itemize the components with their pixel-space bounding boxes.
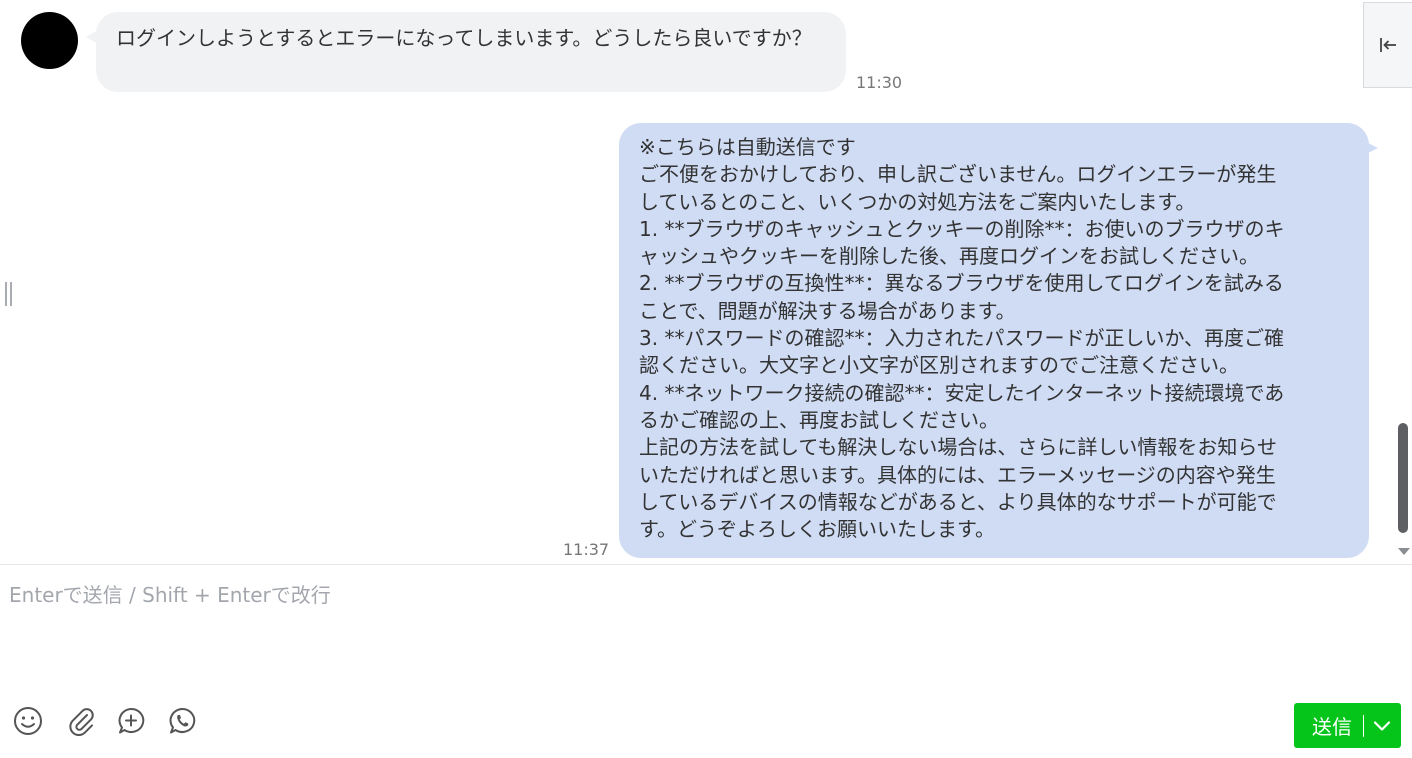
message-line: 上記の方法を試しても解決しない場合は、さらに詳しい情報をお知らせ xyxy=(639,435,1277,460)
emoji-icon xyxy=(14,707,42,735)
message-line: 3. **パスワードの確認**：入力されたパスワードが正しいか、再度ご確 xyxy=(639,326,1285,351)
outgoing-message-bubble: ※こちらは自動送信です ご不便をおかけしており、申し訳ございません。ログインエラ… xyxy=(619,123,1369,558)
send-button-label: 送信 xyxy=(1312,715,1352,739)
message-line: いただければと思います。具体的には、エラーメッセージの内容や発生 xyxy=(639,462,1276,487)
message-line: しているデバイスの情報などがあると、より具体的なサポートが可能で xyxy=(639,489,1277,514)
scrollbar-thumb[interactable] xyxy=(1398,423,1408,533)
send-options-button[interactable] xyxy=(1373,719,1391,733)
message-line: るかご確認の上、再度お試しください。 xyxy=(639,407,999,432)
phone-call-icon xyxy=(169,707,196,734)
message-line: 4. **ネットワーク接続の確認**：安定したインターネット接続環境であ xyxy=(639,380,1285,405)
emoji-button[interactable] xyxy=(12,705,44,737)
scroll-down-arrow[interactable] xyxy=(1398,548,1410,555)
send-button[interactable]: 送信 xyxy=(1294,703,1401,748)
incoming-message-text: ログインしようとするとエラーになってしまいます。どうしたら良いですか？ xyxy=(116,26,812,50)
incoming-message-time: 11:30 xyxy=(856,73,903,92)
message-line: しているとのこと、いくつかの対処方法をご案内いたします。 xyxy=(639,189,1196,214)
message-line: ことで、問題が解決する場合があります。 xyxy=(639,298,1016,323)
resize-handle[interactable] xyxy=(5,282,15,306)
collapse-panel-button[interactable] xyxy=(1363,2,1412,88)
chevron-down-icon xyxy=(1373,720,1391,731)
message-line: ※こちらは自動送信です xyxy=(639,135,856,159)
call-button[interactable] xyxy=(166,705,198,737)
incoming-message-bubble: ログインしようとするとエラーになってしまいます。どうしたら良いですか？ xyxy=(96,12,846,92)
send-button-divider xyxy=(1363,714,1364,737)
collapse-panel-icon xyxy=(1380,38,1396,52)
message-line: 認ください。大文字と小文字が区別されますのでご注意ください。 xyxy=(639,353,1239,378)
paperclip-icon xyxy=(69,708,94,736)
message-line: 2. **ブラウザの互換性**：異なるブラウザを使用してログインを試みる xyxy=(639,271,1284,296)
message-line: ャッシュやクッキーを削除した後、再度ログインをお試しください。 xyxy=(639,244,1259,269)
message-composer: 送信 xyxy=(0,564,1412,758)
add-message-icon xyxy=(118,707,145,734)
message-line: 1. **ブラウザのキャッシュとクッキーの削除**：お使いのブラウザのキ xyxy=(639,216,1285,241)
add-message-button[interactable] xyxy=(115,705,147,737)
message-input[interactable] xyxy=(0,565,1380,675)
attach-file-button[interactable] xyxy=(64,705,96,737)
message-line: ご不便をおかけしており、申し訳ございません。ログインエラーが発生 xyxy=(639,162,1277,187)
avatar[interactable] xyxy=(21,12,78,69)
chat-area: ログインしようとするとエラーになってしまいます。どうしたら良いですか？ 11:3… xyxy=(0,0,1412,563)
outgoing-message-time: 11:37 xyxy=(563,540,610,559)
message-line: す。どうぞよろしくお願いいたします。 xyxy=(639,517,995,542)
